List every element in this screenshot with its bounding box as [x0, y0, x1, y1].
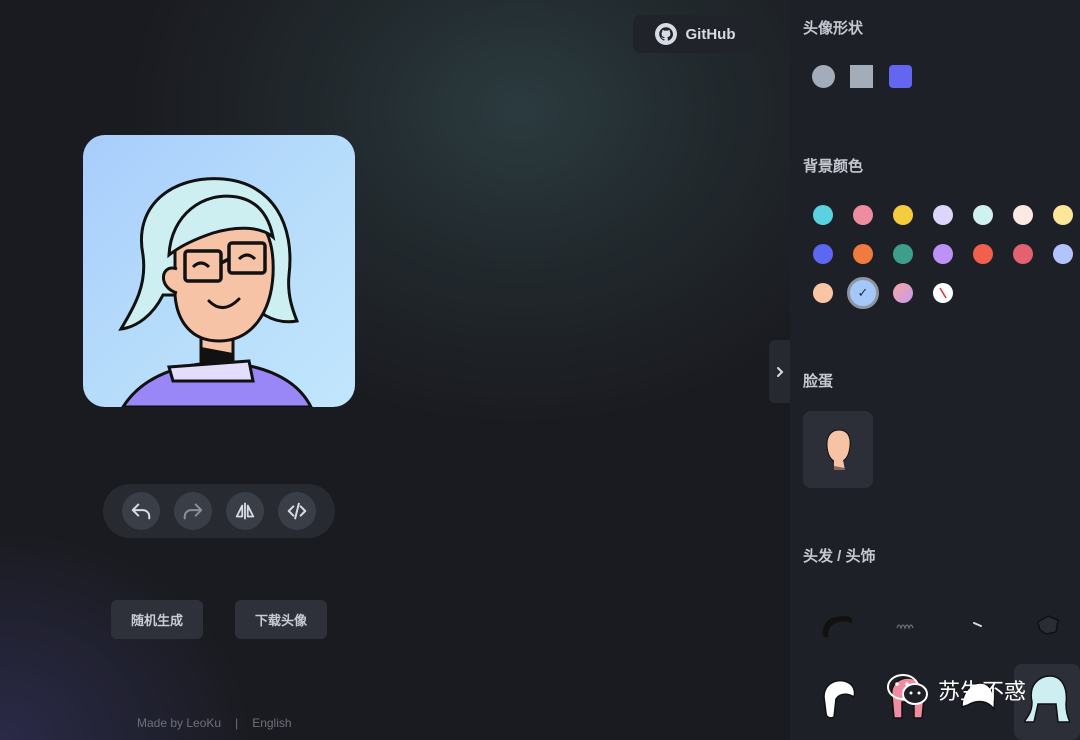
background-color-option[interactable] [1053, 205, 1073, 225]
config-panel: 头像形状 背景颜色 ✓ 脸蛋 头发 / 头饰 [790, 0, 1080, 740]
background-color-option[interactable] [893, 205, 913, 225]
flip-icon [235, 502, 255, 520]
panel-collapse-handle[interactable] [769, 340, 790, 403]
watermark: 苏生不惑 [886, 672, 1026, 708]
avatar-preview [83, 135, 355, 407]
random-generate-button[interactable]: 随机生成 [111, 600, 203, 639]
code-button[interactable] [278, 492, 316, 530]
watermark-text: 苏生不惑 [938, 680, 1027, 705]
shape-option-circle[interactable] [812, 65, 835, 88]
avatar-stage: GitHub 随机生成 下载头像 Made by LeoKu | English [0, 0, 790, 740]
language-switch[interactable]: English [252, 716, 291, 730]
background-color-option[interactable] [893, 283, 913, 303]
redo-button[interactable] [174, 492, 212, 530]
shape-option-squircle[interactable] [889, 65, 912, 88]
background-color-option[interactable] [893, 244, 913, 264]
face-section-title: 脸蛋 [803, 373, 834, 390]
action-toolbar [103, 484, 335, 538]
background-color-option[interactable] [813, 283, 833, 303]
background-color-option-transparent[interactable] [933, 283, 953, 303]
footer: Made by LeoKu | English [137, 716, 292, 730]
github-icon [654, 23, 677, 45]
shape-section-title: 头像形状 [803, 20, 864, 37]
face-option[interactable] [803, 411, 873, 488]
hair-style-icon [1037, 615, 1059, 635]
wechat-icon [887, 674, 928, 705]
hair-style-icon [821, 615, 854, 639]
made-by-link[interactable]: Made by LeoKu [137, 716, 221, 730]
no-color-icon [939, 287, 947, 299]
background-color-option[interactable] [853, 244, 873, 264]
background-color-option-selected[interactable]: ✓ [847, 277, 879, 309]
download-avatar-button[interactable]: 下载头像 [235, 600, 327, 639]
hair-section-title: 头发 / 头饰 [803, 548, 876, 565]
hair-style-icon [896, 624, 914, 630]
hair-option[interactable] [806, 670, 870, 728]
github-button[interactable]: GitHub [633, 15, 757, 53]
avatar-illustration [118, 177, 313, 407]
hair-option[interactable] [876, 596, 940, 654]
background-color-option[interactable] [1053, 244, 1073, 264]
background-color-option[interactable] [813, 205, 833, 225]
code-icon [287, 502, 307, 520]
background-section-title: 背景颜色 [803, 158, 864, 175]
hair-style-icon [1024, 675, 1070, 723]
hair-style-icon [973, 622, 982, 627]
undo-icon [131, 503, 151, 520]
hair-style-icon [823, 679, 856, 719]
background-color-option[interactable] [973, 244, 993, 264]
background-color-option[interactable] [933, 244, 953, 264]
background-color-option[interactable] [973, 205, 993, 225]
shape-option-square[interactable] [850, 65, 873, 88]
background-color-option[interactable] [933, 205, 953, 225]
chevron-right-icon [776, 366, 783, 377]
hair-option[interactable] [806, 596, 870, 654]
background-color-option[interactable] [1013, 205, 1033, 225]
face-shape-icon [826, 428, 851, 470]
undo-button[interactable] [122, 492, 160, 530]
background-color-option[interactable] [1013, 244, 1033, 264]
background-color-option[interactable] [813, 244, 833, 264]
github-label: GitHub [685, 25, 736, 43]
check-icon: ✓ [857, 285, 869, 300]
redo-icon [183, 503, 203, 520]
hair-option[interactable] [1016, 596, 1080, 654]
background-color-option[interactable] [853, 205, 873, 225]
hair-option[interactable] [946, 596, 1010, 654]
footer-separator: | [235, 716, 239, 730]
flip-button[interactable] [226, 492, 264, 530]
